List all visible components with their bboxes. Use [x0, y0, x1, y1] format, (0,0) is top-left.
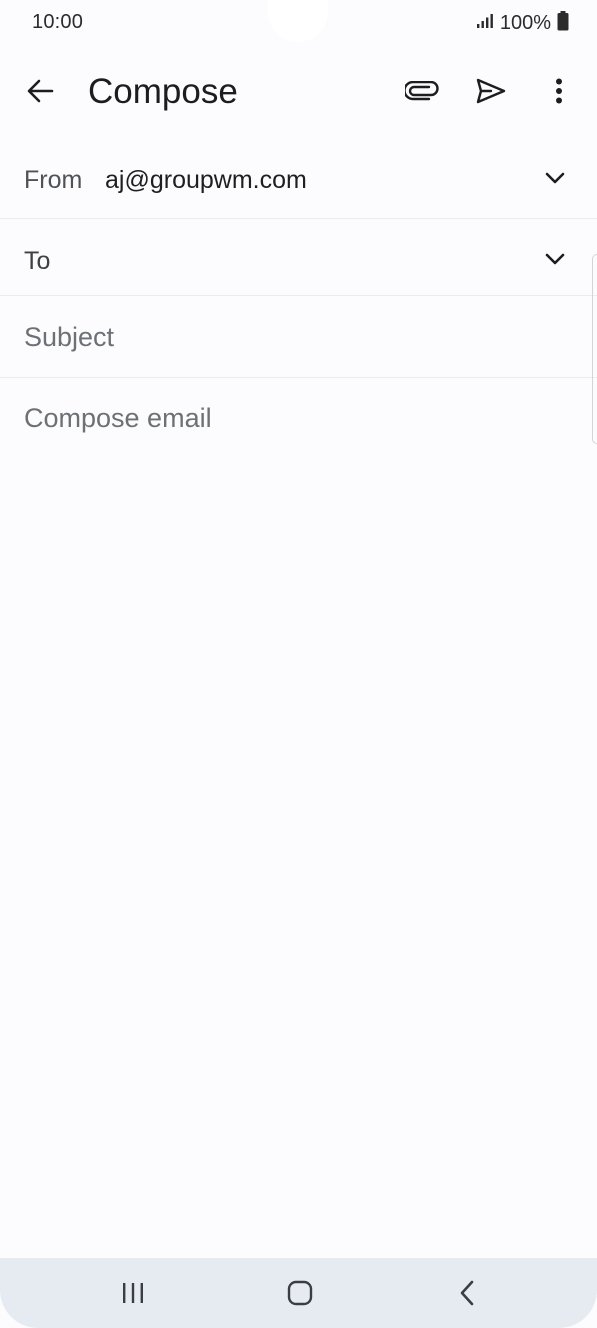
status-bar: 10:00 100% — [0, 0, 597, 46]
battery-icon — [557, 10, 569, 36]
from-dropdown-button[interactable] — [539, 162, 571, 194]
nav-back-button[interactable] — [443, 1269, 491, 1317]
from-row[interactable]: From aj@groupwm.com — [0, 140, 597, 219]
more-options-button[interactable] — [535, 67, 583, 115]
recent-apps-icon — [123, 1283, 143, 1303]
subject-row — [0, 296, 597, 378]
status-icons: 100% — [476, 10, 569, 36]
compose-body-input[interactable] — [24, 400, 564, 600]
from-address: aj@groupwm.com — [105, 166, 307, 194]
signal-icon — [476, 13, 494, 34]
from-label: From — [24, 166, 83, 194]
send-icon — [476, 78, 506, 104]
attachment-icon — [405, 81, 439, 101]
status-time: 10:00 — [32, 11, 84, 33]
chevron-down-icon — [545, 172, 565, 184]
back-button[interactable] — [16, 67, 64, 115]
home-button[interactable] — [276, 1269, 324, 1317]
subject-input[interactable] — [24, 320, 564, 354]
page-title: Compose — [88, 72, 238, 111]
battery-percent: 100% — [499, 11, 551, 34]
to-expand-button[interactable] — [539, 243, 571, 275]
edge-panel-handle[interactable] — [592, 254, 597, 444]
compose-screen: 10:00 100% Compose From aj@groupwm.com T… — [0, 0, 597, 1328]
system-nav-bar — [0, 1258, 597, 1328]
home-icon — [287, 1280, 313, 1306]
attach-button[interactable] — [398, 67, 446, 115]
chevron-down-icon — [545, 253, 565, 265]
app-bar: Compose — [0, 46, 597, 136]
body-row — [0, 378, 597, 1258]
send-button[interactable] — [467, 67, 515, 115]
camera-notch — [268, 0, 328, 42]
back-icon — [460, 1280, 474, 1306]
more-vert-icon — [556, 78, 562, 104]
to-label: To — [24, 247, 51, 275]
recent-apps-button[interactable] — [109, 1269, 157, 1317]
back-arrow-icon — [27, 79, 54, 103]
to-row[interactable]: To — [0, 219, 597, 296]
